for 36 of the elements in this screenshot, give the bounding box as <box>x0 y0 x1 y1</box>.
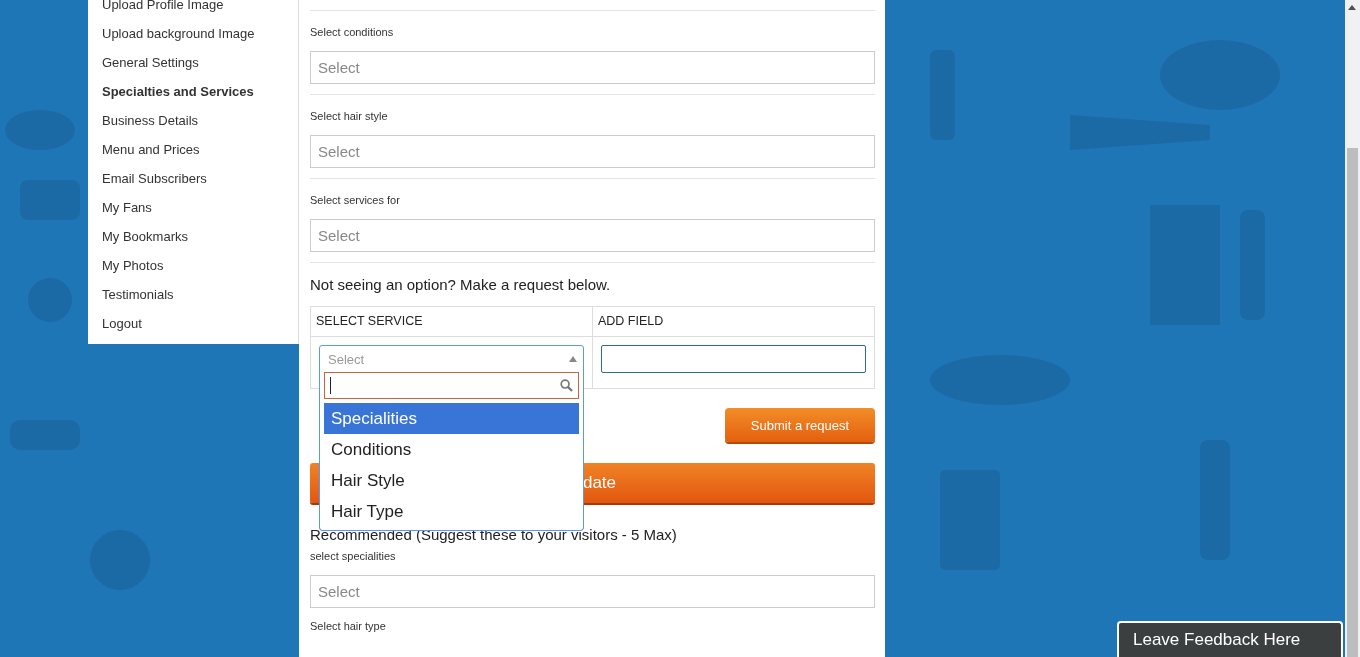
field-label: Select hair type <box>310 619 387 634</box>
scroll-thumb[interactable] <box>1347 148 1358 657</box>
sidebar-item[interactable]: Testimonials <box>102 280 174 309</box>
sidebar-item[interactable]: My Photos <box>102 251 164 280</box>
dropdown-option[interactable]: Conditions <box>324 434 579 465</box>
field-label: Select services for <box>310 193 401 208</box>
dropdown-option[interactable]: Hair Style <box>324 465 579 496</box>
sidebar-item[interactable]: Specialties and Services <box>102 77 254 106</box>
sidebar-item[interactable]: Email Subscribers <box>102 164 207 193</box>
select-field[interactable]: Select <box>310 135 875 168</box>
sidebar-item[interactable]: Upload background Image <box>102 19 255 48</box>
select-field[interactable]: Select <box>310 219 875 252</box>
sidebar-item[interactable]: Menu and Prices <box>102 135 200 164</box>
scroll-up-icon[interactable] <box>1348 5 1356 10</box>
sidebar-item[interactable]: My Bookmarks <box>102 222 188 251</box>
column-header: SELECT SERVICE <box>316 314 423 328</box>
request-heading: Not seeing an option? Make a request below. <box>310 275 612 295</box>
select-field[interactable]: Select <box>310 51 875 84</box>
field-label: Select conditions <box>310 25 395 40</box>
field-label: Select hair style <box>310 109 389 124</box>
sidebar-item[interactable]: My Fans <box>102 193 152 222</box>
search-icon <box>560 379 573 392</box>
search-field[interactable] <box>324 372 579 399</box>
sidebar-item[interactable]: Business Details <box>102 106 199 135</box>
field-label: select specialities <box>310 549 397 564</box>
select-field[interactable]: Select <box>310 575 875 608</box>
sidebar-item[interactable]: General Settings <box>102 48 199 77</box>
column-header: ADD FIELD <box>598 314 664 328</box>
sidebar-item[interactable]: Logout <box>102 309 142 338</box>
feedback-tab[interactable]: Leave Feedback Here <box>1117 621 1343 657</box>
dropdown-option[interactable]: Specialities <box>324 403 579 434</box>
recommended-heading: Recommended (Suggest these to your visitors - 5 Max) <box>310 525 678 545</box>
caret-icon <box>569 356 577 362</box>
sidebar-item[interactable]: Upload Profile Image <box>102 0 224 19</box>
input-field[interactable] <box>601 345 866 373</box>
scrollbar[interactable] <box>1345 0 1360 657</box>
